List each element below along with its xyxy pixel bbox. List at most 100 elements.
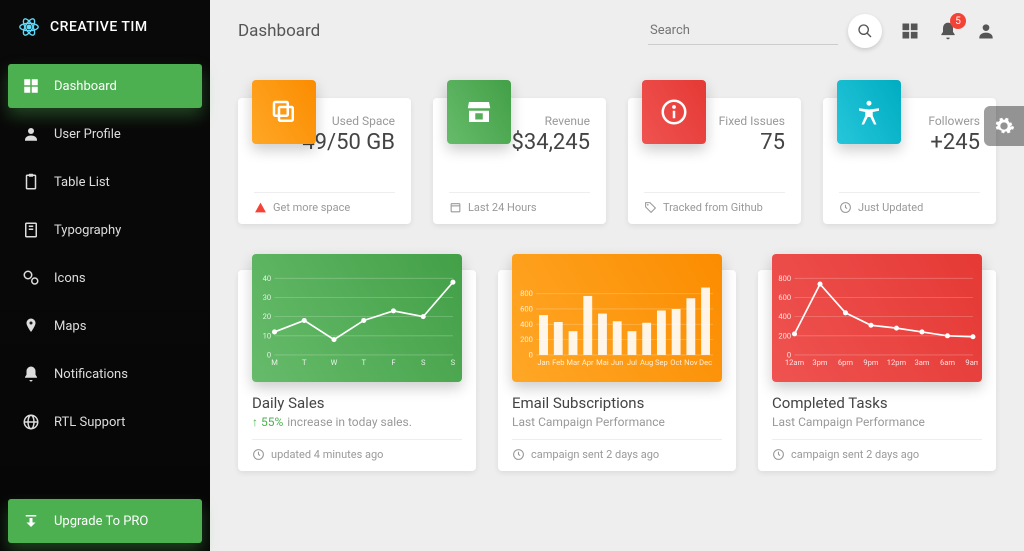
chart-card-2: 020040060080012am3pm6pm9pm12pm3am6am9amC…	[758, 270, 996, 471]
stat-foot[interactable]: Tracked from Github	[644, 192, 785, 214]
stat-card-0: Used Space49/50 GBGet more space	[238, 98, 411, 224]
sidebar-item-user-profile[interactable]: User Profile	[8, 112, 202, 156]
search-input[interactable]	[648, 17, 838, 45]
accessibility-icon	[854, 97, 884, 127]
profile-icon-button[interactable]	[976, 21, 996, 41]
stat-foot[interactable]: Last 24 Hours	[449, 192, 590, 214]
sidebar-item-notifications[interactable]: Notifications	[8, 352, 202, 396]
svg-text:Nov: Nov	[684, 358, 698, 367]
sidebar-item-label: RTL Support	[54, 415, 125, 430]
svg-text:20: 20	[263, 312, 272, 321]
svg-text:0: 0	[529, 350, 533, 359]
main: Dashboard 5 Used Space49/50 GBGet more s…	[210, 0, 1024, 551]
svg-text:Jun: Jun	[611, 358, 624, 367]
svg-text:Oct: Oct	[670, 358, 682, 367]
grid-icon	[900, 21, 920, 41]
pin-icon	[22, 317, 40, 335]
chart-title: Email Subscriptions	[512, 394, 722, 412]
chart-sub: Last Campaign Performance	[512, 415, 722, 429]
svg-text:800: 800	[520, 289, 533, 298]
svg-text:30: 30	[263, 293, 272, 302]
sidebar-item-label: Notifications	[54, 367, 128, 382]
svg-text:10: 10	[263, 331, 272, 340]
sidebar-item-label: Typography	[54, 223, 121, 238]
stat-iconbox	[837, 80, 901, 144]
svg-text:Jan: Jan	[537, 358, 549, 367]
sidebar-item-icons[interactable]: Icons	[8, 256, 202, 300]
top-icons: 5	[900, 21, 996, 41]
chart-sub-text: Last Campaign Performance	[772, 415, 925, 429]
upgrade-button[interactable]: Upgrade To PRO	[8, 499, 202, 543]
dashboard-icon-button[interactable]	[900, 21, 920, 41]
stat-foot[interactable]: Just Updated	[839, 192, 980, 214]
book-icon	[22, 221, 40, 239]
svg-text:800: 800	[778, 274, 791, 283]
bubble-icon	[22, 269, 40, 287]
chart-sub-text: Last Campaign Performance	[512, 415, 665, 429]
svg-text:9pm: 9pm	[863, 358, 878, 367]
sidebar-item-label: Maps	[54, 319, 86, 334]
stat-card-3: Followers+245Just Updated	[823, 98, 996, 224]
sidebar-item-typography[interactable]: Typography	[8, 208, 202, 252]
svg-text:Apr: Apr	[582, 358, 594, 367]
dashboard-icon	[22, 77, 40, 95]
settings-floating-button[interactable]	[984, 106, 1024, 146]
upgrade-label: Upgrade To PRO	[54, 514, 148, 529]
react-logo-icon	[18, 16, 40, 38]
clock-icon	[252, 448, 265, 461]
svg-text:6am: 6am	[940, 358, 955, 367]
download-icon	[22, 512, 40, 530]
stat-iconbox	[252, 80, 316, 144]
globe-icon	[22, 413, 40, 431]
calendar-icon	[449, 201, 462, 214]
sidebar-item-maps[interactable]: Maps	[8, 304, 202, 348]
brand[interactable]: CREATIVE TIM	[0, 0, 210, 54]
trend-up-icon: ↑ 55%	[252, 415, 283, 429]
svg-text:Aug: Aug	[640, 358, 653, 367]
stat-foot[interactable]: Get more space	[254, 192, 395, 214]
copy-icon	[269, 97, 299, 127]
notifications-icon-button[interactable]: 5	[938, 21, 958, 41]
warn-icon	[254, 201, 267, 214]
clock-icon	[839, 201, 852, 214]
sidebar-item-dashboard[interactable]: Dashboard	[8, 64, 202, 108]
stat-iconbox	[642, 80, 706, 144]
chart-foot: campaign sent 2 days ago	[772, 439, 982, 461]
svg-text:Sep: Sep	[655, 358, 668, 367]
sidebar-item-rtl-support[interactable]: RTL Support	[8, 400, 202, 444]
sidebar-item-label: Dashboard	[54, 79, 117, 94]
clock-icon	[772, 448, 785, 461]
gear-icon	[993, 115, 1015, 137]
svg-text:12am: 12am	[785, 358, 805, 367]
svg-text:12pm: 12pm	[887, 358, 907, 367]
chart-box: 0200400600800JanFebMarAprMaiJunJulAugSep…	[512, 254, 722, 382]
chart-sub: Last Campaign Performance	[772, 415, 982, 429]
stat-card-1: Revenue$34,245Last 24 Hours	[433, 98, 606, 224]
svg-text:W: W	[331, 358, 338, 367]
chart-title: Daily Sales	[252, 394, 462, 412]
svg-text:3am: 3am	[914, 358, 929, 367]
stat-foot-text: Just Updated	[858, 201, 923, 214]
svg-text:200: 200	[520, 335, 533, 344]
tag-icon	[644, 201, 657, 214]
search-button[interactable]	[848, 14, 882, 48]
svg-text:600: 600	[778, 293, 791, 302]
sidebar: CREATIVE TIM Dashboard User Profile Table …	[0, 0, 210, 551]
svg-text:S: S	[421, 358, 426, 367]
svg-text:T: T	[302, 358, 307, 367]
sidebar-item-label: User Profile	[54, 127, 121, 142]
search-icon	[857, 23, 873, 39]
svg-text:M: M	[271, 358, 278, 367]
page-title: Dashboard	[238, 21, 320, 41]
svg-text:Feb: Feb	[552, 358, 564, 367]
svg-text:3pm: 3pm	[812, 358, 827, 367]
sidebar-item-table-list[interactable]: Table List	[8, 160, 202, 204]
chart-card-1: 0200400600800JanFebMarAprMaiJunJulAugSep…	[498, 270, 736, 471]
chart-foot-text: updated 4 minutes ago	[271, 448, 383, 461]
chart-title: Completed Tasks	[772, 394, 982, 412]
chart-sub-text: increase in today sales.	[287, 415, 412, 429]
svg-text:F: F	[391, 358, 395, 367]
chart-sub: ↑ 55% increase in today sales.	[252, 415, 462, 429]
clipboard-icon	[22, 173, 40, 191]
stat-cards-row: Used Space49/50 GBGet more spaceRevenue$…	[210, 62, 1024, 234]
